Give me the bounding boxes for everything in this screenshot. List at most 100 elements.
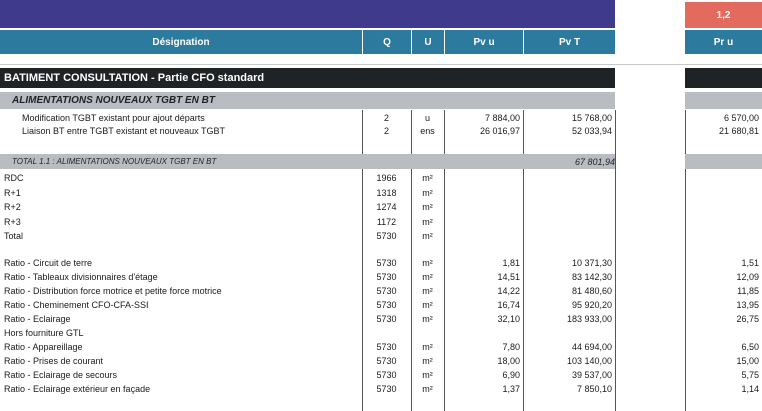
ratio-row-u[interactable]: m² xyxy=(411,354,444,368)
surface-row-des[interactable]: Total xyxy=(0,229,362,243)
total-row[interactable]: TOTAL 1.1 : ALIMENTATIONS NOUVEAUX TGBT … xyxy=(0,154,615,169)
item-row-pru[interactable]: 21 680,81 xyxy=(685,124,762,138)
ratio-row-pvu[interactable]: 6,90 xyxy=(444,368,523,382)
header-designation[interactable]: Désignation xyxy=(0,30,362,54)
item-row-q[interactable]: 2 xyxy=(362,111,411,125)
ratio-row-des[interactable]: Ratio - Cheminement CFO-CFA-SSI xyxy=(0,298,362,312)
section-subtitle[interactable]: ALIMENTATIONS NOUVEAUX TGBT EN BT xyxy=(0,92,615,109)
surface-row-u[interactable]: m² xyxy=(411,215,444,229)
surface-row-q[interactable]: 1172 xyxy=(362,215,411,229)
ratio-row-des[interactable]: Ratio - Tableaux divisionnaires d'étage xyxy=(0,270,362,284)
ratio-row-pru[interactable] xyxy=(685,326,762,340)
surface-row-u[interactable]: m² xyxy=(411,229,444,243)
ratio-row-pvu[interactable]: 7,80 xyxy=(444,340,523,354)
surface-row-q[interactable]: 1966 xyxy=(362,171,411,185)
ratio-row-pru[interactable]: 13,95 xyxy=(685,298,762,312)
ratio-row-pvt[interactable]: 39 537,00 xyxy=(523,368,615,382)
ratio-row-pvu[interactable]: 1,37 xyxy=(444,382,523,396)
item-row-pru[interactable]: 6 570,00 xyxy=(685,111,762,125)
surface-row-des[interactable]: R+3 xyxy=(0,215,362,229)
coef-cell[interactable]: 1,2 xyxy=(685,2,762,28)
ratio-row-q[interactable]: 5730 xyxy=(362,368,411,382)
item-row-q[interactable]: 2 xyxy=(362,124,411,138)
item-row-pvt[interactable]: 15 768,00 xyxy=(523,111,615,125)
ratio-row-u[interactable]: m² xyxy=(411,368,444,382)
ratio-row-pru[interactable]: 11,85 xyxy=(685,284,762,298)
item-row-pvu[interactable]: 26 016,97 xyxy=(444,124,523,138)
ratio-row-pvt[interactable]: 81 480,60 xyxy=(523,284,615,298)
surface-row-q[interactable]: 5730 xyxy=(362,229,411,243)
ratio-row-q[interactable]: 5730 xyxy=(362,340,411,354)
ratio-row-des[interactable]: Ratio - Appareillage xyxy=(0,340,362,354)
ratio-row-des[interactable]: Ratio - Distribution force motrice et pe… xyxy=(0,284,362,298)
ratio-row-u[interactable]: m² xyxy=(411,298,444,312)
ratio-row-u[interactable]: m² xyxy=(411,312,444,326)
header-q[interactable]: Q xyxy=(363,30,411,54)
ratio-row-des[interactable]: Ratio - Prises de courant xyxy=(0,354,362,368)
ratio-row-des[interactable]: Ratio - Eclairage de secours xyxy=(0,368,362,382)
ratio-row-pvt[interactable] xyxy=(523,326,615,340)
ratio-row-des[interactable]: Ratio - Circuit de terre xyxy=(0,256,362,270)
item-row-u[interactable]: ens xyxy=(411,124,444,138)
ratio-row-pru[interactable]: 12,09 xyxy=(685,270,762,284)
ratio-row-pvu[interactable]: 16,74 xyxy=(444,298,523,312)
ratio-row-pvt[interactable]: 183 933,00 xyxy=(523,312,615,326)
ratio-row-pru[interactable]: 1,51 xyxy=(685,256,762,270)
ratio-row-q[interactable]: 5730 xyxy=(362,256,411,270)
ratio-row-pru[interactable]: 5,75 xyxy=(685,368,762,382)
ratio-row-pvu[interactable]: 14,51 xyxy=(444,270,523,284)
surface-row-des[interactable]: RDC xyxy=(0,171,362,185)
section-subtitle-right xyxy=(685,92,762,109)
ratio-row-pvt[interactable]: 44 694,00 xyxy=(523,340,615,354)
ratio-row-q[interactable]: 5730 xyxy=(362,354,411,368)
surface-row-q[interactable]: 1274 xyxy=(362,200,411,214)
item-row-u[interactable]: u xyxy=(411,111,444,125)
surface-row-u[interactable]: m² xyxy=(411,200,444,214)
section-title[interactable]: BATIMENT CONSULTATION - Partie CFO stand… xyxy=(0,68,615,88)
surface-row-q[interactable]: 1318 xyxy=(362,186,411,200)
surface-row-des[interactable]: R+2 xyxy=(0,200,362,214)
ratio-row-pru[interactable]: 6,50 xyxy=(685,340,762,354)
item-row-des[interactable]: Modification TGBT existant pour ajout dé… xyxy=(0,111,362,125)
ratio-row-pvu[interactable]: 18,00 xyxy=(444,354,523,368)
header-rule xyxy=(0,64,762,65)
header-pru[interactable]: Pr u xyxy=(685,30,762,54)
ratio-row-pru[interactable]: 26,75 xyxy=(685,312,762,326)
ratio-row-des[interactable]: Hors fourniture GTL xyxy=(0,326,362,340)
ratio-row-pvt[interactable]: 83 142,30 xyxy=(523,270,615,284)
item-row-pvu[interactable]: 7 884,00 xyxy=(444,111,523,125)
ratio-row-q[interactable] xyxy=(362,326,411,340)
ratio-row-pvu[interactable]: 14,22 xyxy=(444,284,523,298)
ratio-row-q[interactable]: 5730 xyxy=(362,382,411,396)
ratio-row-pvu[interactable]: 1,81 xyxy=(444,256,523,270)
ratio-row-u[interactable]: m² xyxy=(411,340,444,354)
ratio-row-q[interactable]: 5730 xyxy=(362,298,411,312)
ratio-row-pvt[interactable]: 7 850,10 xyxy=(523,382,615,396)
ratio-row-u[interactable] xyxy=(411,326,444,340)
ratio-row-pru[interactable]: 1,14 xyxy=(685,382,762,396)
ratio-row-pvt[interactable]: 10 371,30 xyxy=(523,256,615,270)
total-row-right xyxy=(685,154,762,169)
ratio-row-u[interactable]: m² xyxy=(411,270,444,284)
ratio-row-des[interactable]: Ratio - Eclairage xyxy=(0,312,362,326)
ratio-row-pvt[interactable]: 95 920,20 xyxy=(523,298,615,312)
surface-row-u[interactable]: m² xyxy=(411,171,444,185)
ratio-row-des[interactable]: Ratio - Eclairage extérieur en façade xyxy=(0,382,362,396)
header-u[interactable]: U xyxy=(412,30,444,54)
header-pvu[interactable]: Pv u xyxy=(445,30,523,54)
surface-row-des[interactable]: R+1 xyxy=(0,186,362,200)
header-pvt[interactable]: Pv T xyxy=(524,30,615,54)
item-row-des[interactable]: Liaison BT entre TGBT existant et nouvea… xyxy=(0,124,362,138)
ratio-row-pvt[interactable]: 103 140,00 xyxy=(523,354,615,368)
item-row-pvt[interactable]: 52 033,94 xyxy=(523,124,615,138)
ratio-row-q[interactable]: 5730 xyxy=(362,270,411,284)
ratio-row-pvu[interactable]: 32,10 xyxy=(444,312,523,326)
ratio-row-u[interactable]: m² xyxy=(411,256,444,270)
ratio-row-q[interactable]: 5730 xyxy=(362,312,411,326)
ratio-row-q[interactable]: 5730 xyxy=(362,284,411,298)
ratio-row-u[interactable]: m² xyxy=(411,382,444,396)
ratio-row-pru[interactable]: 15,00 xyxy=(685,354,762,368)
ratio-row-u[interactable]: m² xyxy=(411,284,444,298)
ratio-row-pvu[interactable] xyxy=(444,326,523,340)
surface-row-u[interactable]: m² xyxy=(411,186,444,200)
